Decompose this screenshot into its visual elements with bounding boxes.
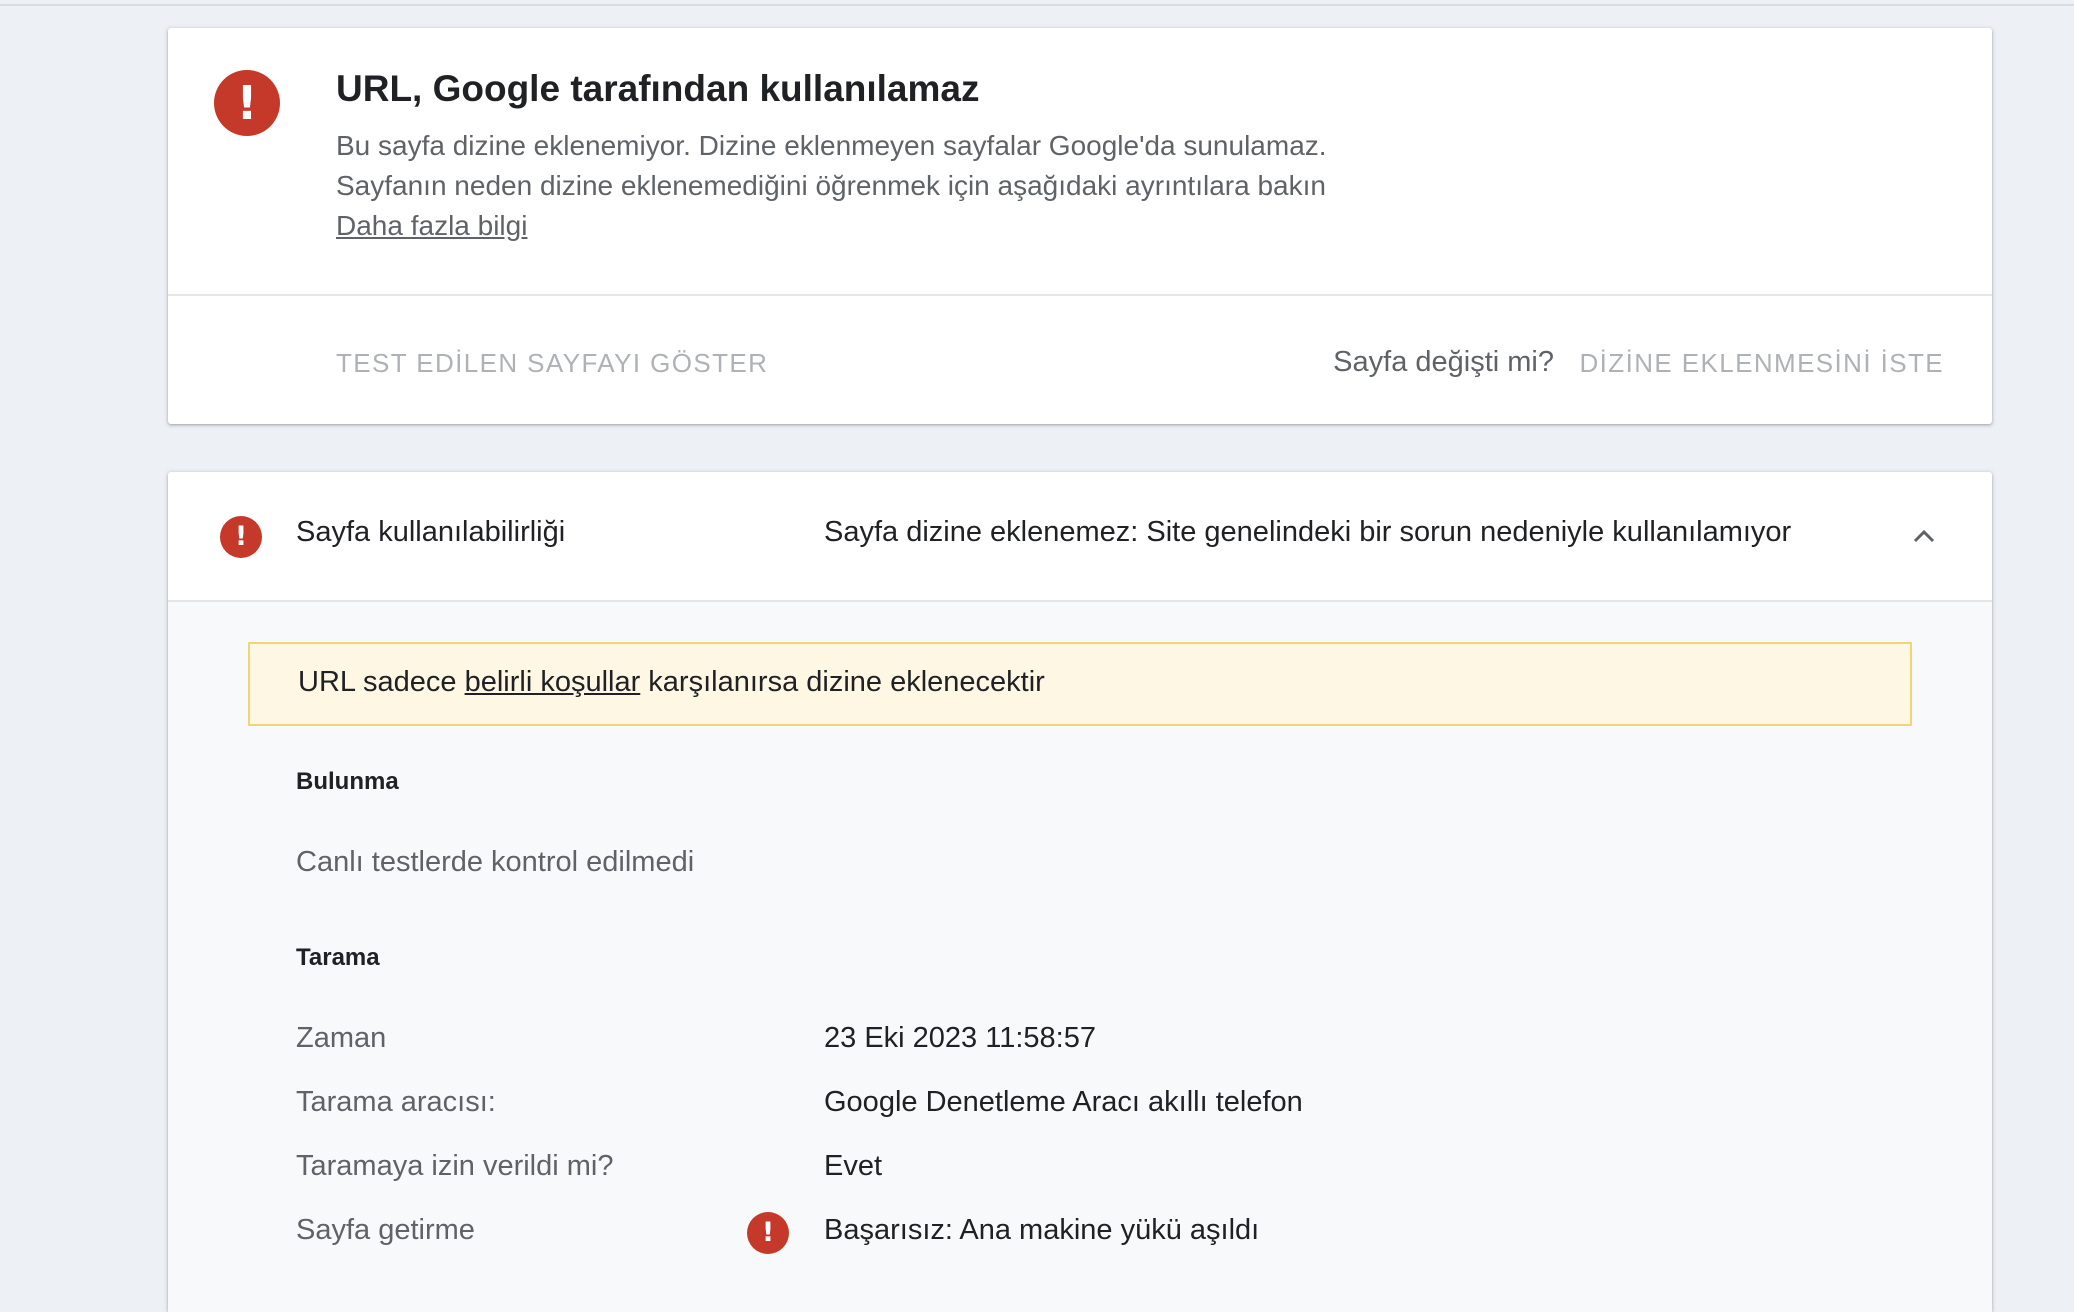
discovery-heading: Bulunma bbox=[296, 768, 399, 795]
crawl-time-value: 23 Eki 2023 11:58:57 bbox=[824, 1022, 1096, 1054]
discovery-text: Canlı testlerde kontrol edilmedi bbox=[296, 846, 695, 878]
crawler-value: Google Denetleme Aracı akıllı telefon bbox=[824, 1086, 1303, 1118]
page-availability-header[interactable]: ! Sayfa kullanılabilirliği Sayfa dizine … bbox=[168, 472, 1992, 600]
top-divider bbox=[0, 4, 2074, 6]
chevron-up-icon[interactable] bbox=[1912, 524, 1936, 548]
verdict-card: ! URL, Google tarafından kullanılamaz Bu… bbox=[168, 28, 1992, 424]
error-icon: ! bbox=[747, 1212, 789, 1254]
verdict-title: URL, Google tarafından kullanılamaz bbox=[336, 68, 980, 109]
notice-text-after: karşılanırsa dizine eklenecektir bbox=[640, 666, 1045, 698]
verdict-description-line-1: Bu sayfa dizine eklenemiyor. Dizine ekle… bbox=[336, 130, 1327, 161]
page-availability-card: ! Sayfa kullanılabilirliği Sayfa dizine … bbox=[168, 472, 1992, 1312]
request-indexing-button[interactable]: DİZİNE EKLENMESİNİ İSTE bbox=[1580, 348, 1945, 379]
page-fetch-label: Sayfa getirme bbox=[296, 1214, 475, 1246]
card-divider bbox=[168, 294, 1992, 296]
page-fetch-value: Başarısız: Ana makine yükü aşıldı bbox=[824, 1214, 1260, 1246]
page-availability-details: URL sadece belirli koşullar karşılanırsa… bbox=[168, 602, 1992, 1312]
verdict-description-line-2: Sayfanın neden dizine eklenemediğini öğr… bbox=[336, 170, 1326, 201]
error-icon: ! bbox=[214, 70, 280, 136]
view-tested-page-button[interactable]: TEST EDİLEN SAYFAYI GÖSTER bbox=[336, 348, 768, 379]
error-icon: ! bbox=[220, 516, 262, 558]
notice-text-before: URL sadece bbox=[298, 666, 465, 698]
crawler-label: Tarama aracısı: bbox=[296, 1086, 496, 1118]
notice-text: URL sadece belirli koşullar karşılanırsa… bbox=[298, 666, 1045, 699]
section-title: Sayfa kullanılabilirliği bbox=[296, 516, 566, 548]
certain-conditions-link[interactable]: belirli koşullar bbox=[465, 666, 641, 698]
crawl-time-label: Zaman bbox=[296, 1022, 387, 1054]
crawl-allowed-label: Taramaya izin verildi mi? bbox=[296, 1150, 614, 1182]
crawl-heading: Tarama bbox=[296, 944, 380, 971]
learn-more-link[interactable]: Daha fazla bilgi bbox=[336, 210, 527, 242]
crawl-allowed-value: Evet bbox=[824, 1150, 883, 1182]
page-changed-question: Sayfa değişti mi? bbox=[1333, 346, 1554, 378]
section-status: Sayfa dizine eklenemez: Site genelindeki… bbox=[824, 516, 1792, 548]
indexing-conditions-notice: URL sadece belirli koşullar karşılanırsa… bbox=[248, 642, 1912, 726]
